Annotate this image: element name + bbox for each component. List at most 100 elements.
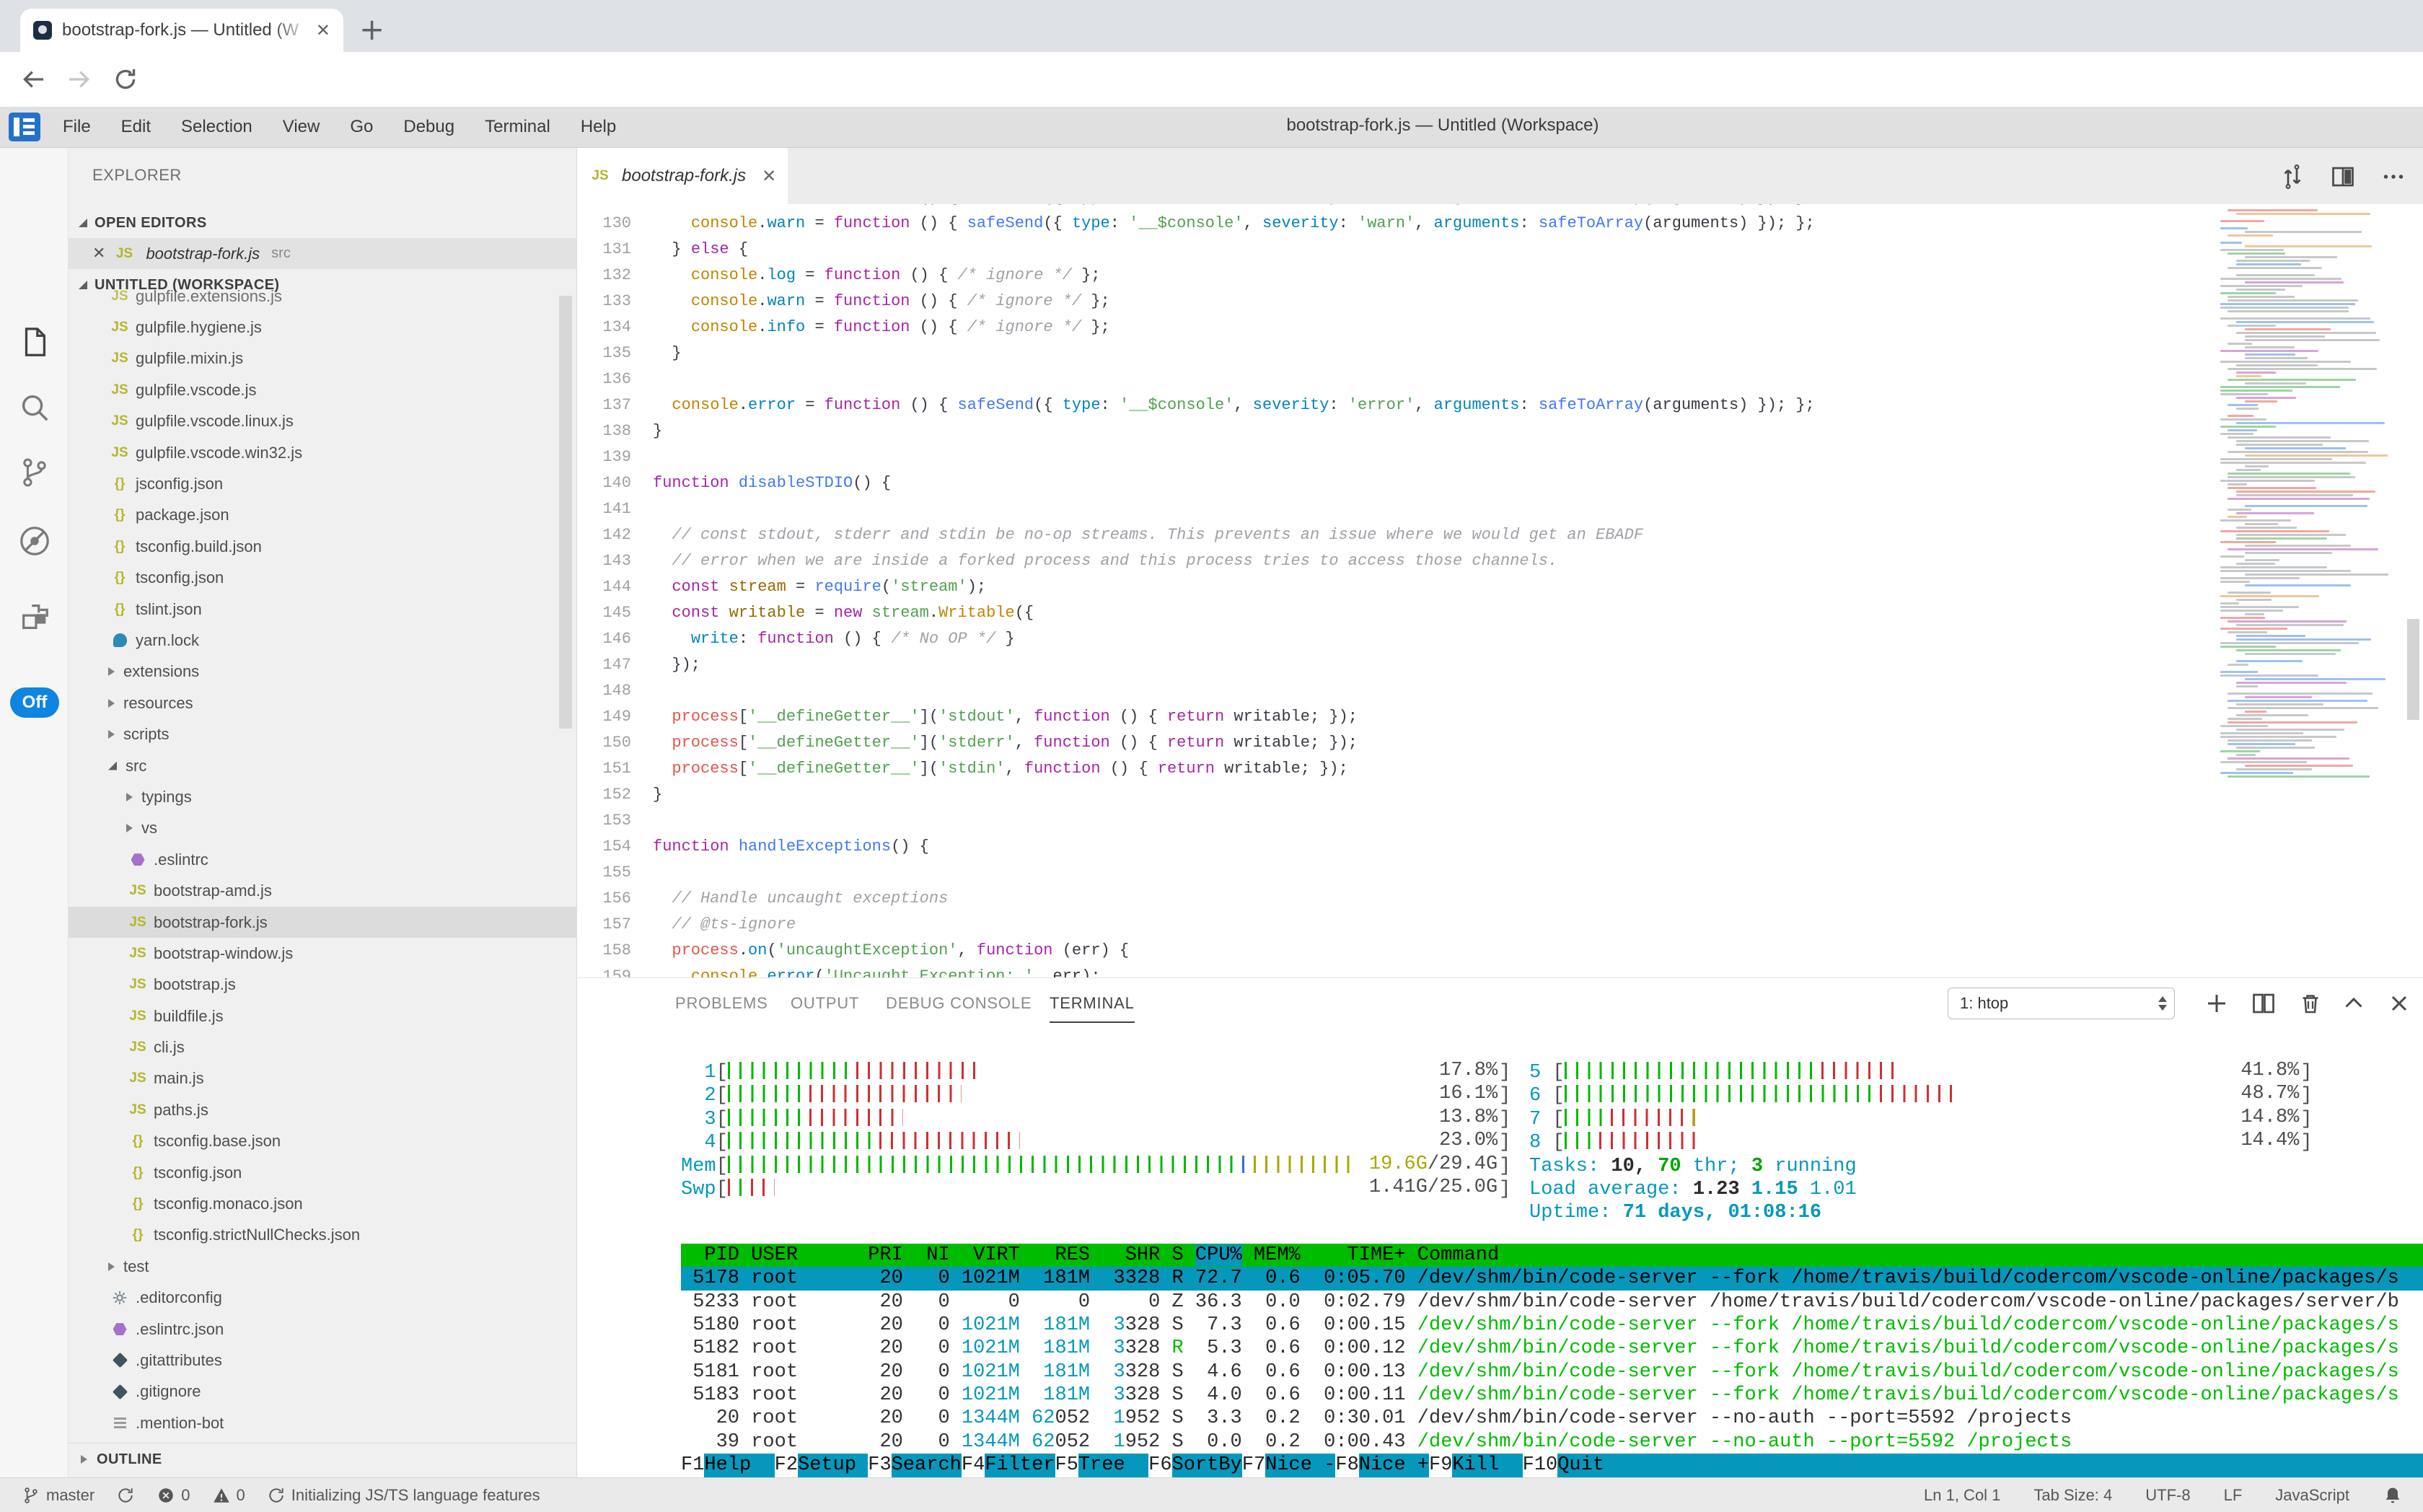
errors-item[interactable]: 0	[157, 1486, 190, 1505]
htop-process-row[interactable]: 5180 root 20 0 1021M 181M 3328 S 7.3 0.6…	[681, 1314, 2423, 1337]
code-line-133[interactable]: 133 console.warn = function () { /* igno…	[577, 289, 2423, 315]
file-item-bootstrap-window.js[interactable]: JSbootstrap-window.js	[69, 938, 576, 969]
file-item-bootstrap.js[interactable]: JSbootstrap.js	[69, 970, 576, 1001]
file-item-cli.js[interactable]: JScli.js	[69, 1032, 576, 1063]
code-line-155[interactable]: 155	[577, 860, 2423, 886]
menu-item-view[interactable]: View	[268, 117, 335, 137]
file-item-.eslintrc[interactable]: .eslintrc	[69, 844, 576, 875]
panel-tab-problems[interactable]: PROBLEMS	[675, 994, 768, 1013]
file-item-.eslintrc.json[interactable]: .eslintrc.json	[69, 1314, 576, 1345]
fkey-F4[interactable]: F4	[962, 1454, 985, 1477]
new-tab-button[interactable]: +	[359, 14, 384, 45]
tab-size[interactable]: Tab Size: 4	[2033, 1486, 2112, 1505]
code-line-150[interactable]: 150 process['__defineGetter__']('stderr'…	[577, 730, 2423, 756]
file-item-.editorconfig[interactable]: .editorconfig	[69, 1283, 576, 1314]
fkey-F8[interactable]: F8	[1335, 1454, 1358, 1477]
code-editor[interactable]: 129 console.info = function () { safeSen…	[577, 204, 2423, 977]
fkey-label[interactable]: Quit	[1557, 1454, 1604, 1477]
file-item-tslint.json[interactable]: {}tslint.json	[69, 594, 576, 625]
explorer-icon[interactable]	[18, 326, 51, 359]
file-item-tsconfig.build.json[interactable]: {}tsconfig.build.json	[69, 531, 576, 562]
file-item-tsconfig.json[interactable]: {}tsconfig.json	[69, 1157, 576, 1188]
file-item-tsconfig.json[interactable]: {}tsconfig.json	[69, 563, 576, 594]
code-line-153[interactable]: 153	[577, 808, 2423, 834]
htop-process-row[interactable]: 5233 root 20 0 0 0 0 Z 36.3 0.0 0:02.79 …	[681, 1291, 2423, 1314]
file-item-buildfile.js[interactable]: JSbuildfile.js	[69, 1001, 576, 1032]
terminal-select[interactable]: 1: htop	[1948, 988, 2175, 1019]
close-icon[interactable]: ✕	[92, 245, 105, 263]
file-item-gulpfile.vscode.js[interactable]: JSgulpfile.vscode.js	[69, 374, 576, 405]
folder-item-extensions[interactable]: extensions	[69, 656, 576, 687]
code-line-145[interactable]: 145 const writable = new stream.Writable…	[577, 600, 2423, 626]
close-panel-icon[interactable]	[2386, 990, 2412, 1016]
fkey-F2[interactable]: F2	[775, 1454, 798, 1477]
fkey-label[interactable]: Setup	[798, 1454, 868, 1477]
sidebar-scrollbar[interactable]	[559, 296, 572, 729]
code-line-138[interactable]: 138}	[577, 418, 2423, 444]
sync-icon[interactable]	[116, 1486, 135, 1505]
fkey-label[interactable]: Search	[892, 1454, 962, 1477]
menu-item-terminal[interactable]: Terminal	[470, 117, 566, 137]
folder-item-typings[interactable]: typings	[69, 781, 576, 812]
new-terminal-icon[interactable]	[2204, 990, 2230, 1016]
htop-table-header[interactable]: PID USER PRI NI VIRT RES SHR S CPU% MEM%…	[681, 1244, 2423, 1267]
code-line-130[interactable]: 130 console.warn = function () { safeSen…	[577, 211, 2423, 237]
folder-item-resources[interactable]: resources	[69, 687, 576, 718]
htop-process-row[interactable]: 20 root 20 0 1344M 62052 1952 S 3.3 0.2 …	[681, 1407, 2423, 1430]
fkey-label[interactable]: Tree	[1078, 1454, 1148, 1477]
fkey-label[interactable]: Filter	[985, 1454, 1055, 1477]
language-mode[interactable]: JavaScript	[2275, 1486, 2349, 1505]
code-line-159[interactable]: 159 console.error('Uncaught Exception: '…	[577, 964, 2423, 977]
extensions-icon[interactable]	[18, 600, 51, 633]
panel-tab-debug-console[interactable]: DEBUG CONSOLE	[886, 994, 1032, 1013]
code-line-141[interactable]: 141	[577, 496, 2423, 522]
source-control-icon[interactable]	[18, 456, 51, 489]
language-status-item[interactable]: Initializing JS/TS language features	[267, 1486, 540, 1505]
code-line-144[interactable]: 144 const stream = require('stream');	[577, 574, 2423, 600]
app-logo-icon[interactable]	[9, 113, 40, 141]
fkey-F5[interactable]: F5	[1055, 1454, 1078, 1477]
minimap[interactable]	[2220, 209, 2404, 786]
file-item-main.js[interactable]: JSmain.js	[69, 1063, 576, 1094]
code-line-154[interactable]: 154function handleExceptions() {	[577, 834, 2423, 860]
htop-process-row[interactable]: 5183 root 20 0 1021M 181M 3328 S 4.0 0.6…	[681, 1384, 2423, 1407]
htop-process-row[interactable]: 5182 root 20 0 1021M 181M 3328 R 5.3 0.6…	[681, 1337, 2423, 1360]
tab-close-icon[interactable]: ✕	[762, 166, 776, 186]
file-item-yarn.lock[interactable]: yarn.lock	[69, 625, 576, 656]
fkey-label[interactable]: Kill	[1452, 1454, 1522, 1477]
panel-tab-terminal[interactable]: TERMINAL	[1050, 994, 1135, 1023]
menu-item-edit[interactable]: Edit	[106, 117, 166, 137]
more-actions-icon[interactable]	[2380, 164, 2406, 190]
fkey-F10[interactable]: F10	[1523, 1454, 1558, 1477]
search-icon[interactable]	[18, 391, 51, 424]
file-item-gulpfile.hygiene.js[interactable]: JSgulpfile.hygiene.js	[69, 312, 576, 343]
file-item-jsconfig.json[interactable]: {}jsconfig.json	[69, 468, 576, 499]
code-line-129[interactable]: 129 console.info = function () { safeSen…	[577, 204, 2423, 211]
tab-close-icon[interactable]: ✕	[316, 20, 330, 40]
fkey-F1[interactable]: F1	[681, 1454, 704, 1477]
folder-item-scripts[interactable]: scripts	[69, 718, 576, 750]
fkey-F3[interactable]: F3	[868, 1454, 891, 1477]
file-item-tsconfig.strictNullChecks.json[interactable]: {}tsconfig.strictNullChecks.json	[69, 1220, 576, 1251]
code-line-132[interactable]: 132 console.log = function () { /* ignor…	[577, 263, 2423, 289]
fkey-label[interactable]: Nice -	[1265, 1454, 1335, 1477]
fkey-label[interactable]: Help	[704, 1454, 774, 1477]
menu-item-go[interactable]: Go	[335, 117, 388, 137]
code-line-135[interactable]: 135 }	[577, 340, 2423, 366]
warnings-item[interactable]: 0	[212, 1486, 245, 1505]
maximize-panel-icon[interactable]	[2341, 990, 2367, 1016]
terminal-htop[interactable]: 1[17.8%]5 [41.8%] 2[16.1%]6 [48.7%] 3[13…	[681, 1061, 2423, 1454]
code-line-140[interactable]: 140function disableSTDIO() {	[577, 470, 2423, 496]
fkey-F9[interactable]: F9	[1429, 1454, 1452, 1477]
file-item-package.json[interactable]: {}package.json	[69, 500, 576, 531]
file-item-gulpfile.vscode.win32.js[interactable]: JSgulpfile.vscode.win32.js	[69, 437, 576, 468]
code-line-139[interactable]: 139	[577, 444, 2423, 470]
code-line-136[interactable]: 136	[577, 366, 2423, 392]
file-item-.gitattributes[interactable]: .gitattributes	[69, 1345, 576, 1376]
code-line-134[interactable]: 134 console.info = function () { /* igno…	[577, 315, 2423, 340]
section-outline[interactable]: OUTLINE	[69, 1443, 576, 1475]
file-item-paths.js[interactable]: JSpaths.js	[69, 1094, 576, 1125]
code-line-146[interactable]: 146 write: function () { /* No OP */ }	[577, 626, 2423, 652]
file-item-tsconfig.monaco.json[interactable]: {}tsconfig.monaco.json	[69, 1188, 576, 1219]
notifications-bell-icon[interactable]	[2383, 1485, 2403, 1506]
